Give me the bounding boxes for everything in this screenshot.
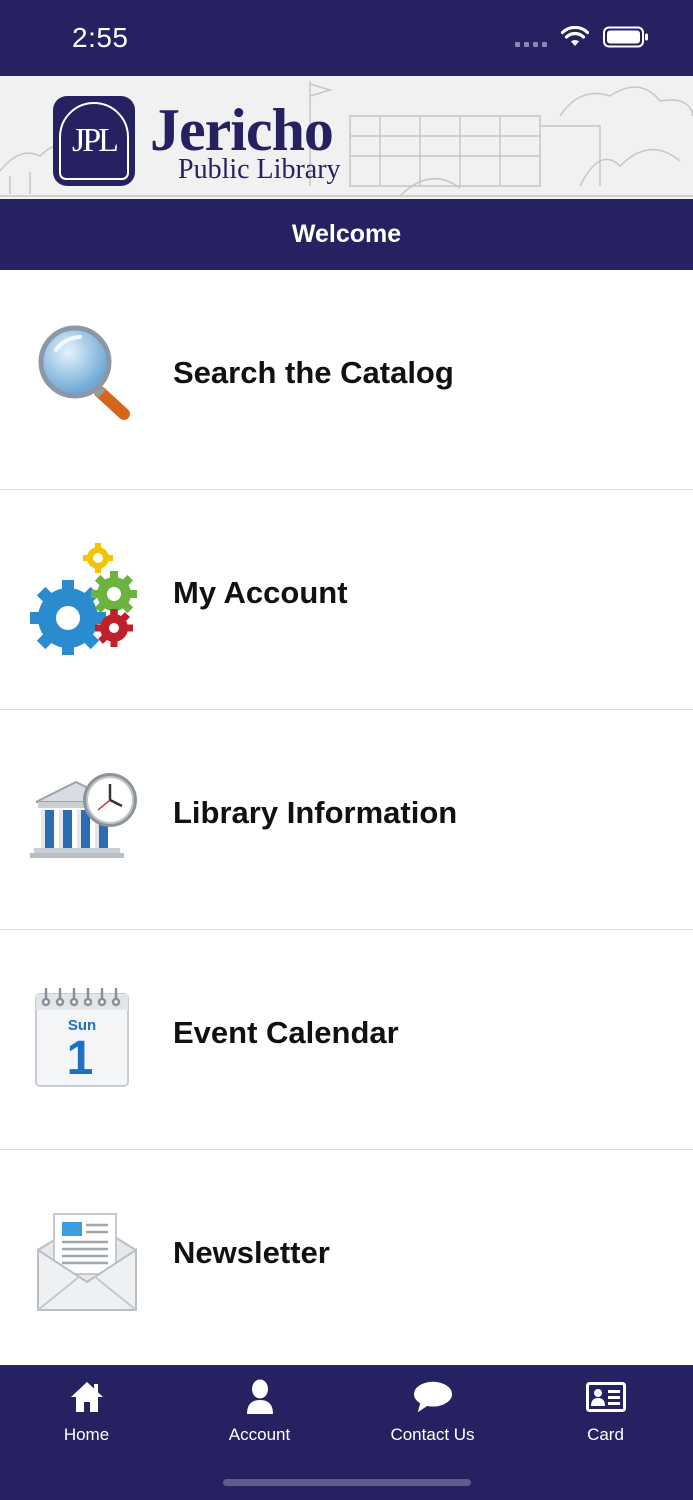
menu-item-label: Newsletter <box>173 1235 330 1270</box>
chat-bubble-icon <box>413 1377 453 1417</box>
status-bar: 2:55 <box>0 0 693 76</box>
welcome-bar: Welcome <box>0 199 693 270</box>
magnifier-icon <box>38 325 130 420</box>
gears-icon <box>30 543 137 655</box>
calendar-icon: Sun 1 <box>35 988 129 1087</box>
envelope-icon <box>37 1213 137 1311</box>
cellular-signal-icon <box>515 27 547 47</box>
library-clock-icon <box>30 773 137 858</box>
menu-item-label: Library Information <box>173 795 458 830</box>
tab-card[interactable]: Card <box>519 1365 692 1455</box>
tab-contact-us[interactable]: Contact Us <box>346 1365 519 1455</box>
battery-icon <box>603 26 648 48</box>
main-menu: Search the Catalog My Account Library In… <box>0 270 693 1370</box>
wifi-icon <box>561 26 589 46</box>
tab-label: Contact Us <box>390 1425 475 1444</box>
menu-item-newsletter[interactable]: Newsletter <box>0 1150 693 1370</box>
menu-item-search-catalog[interactable]: Search the Catalog <box>0 270 693 490</box>
menu-item-event-calendar[interactable]: Sun 1 Event Calendar <box>0 930 693 1150</box>
tab-label: Home <box>63 1425 110 1444</box>
calendar-date: 1 <box>67 1032 94 1085</box>
header-banner: JPL Jericho Public Library <box>0 76 693 199</box>
tab-home[interactable]: Home <box>0 1365 173 1455</box>
person-icon <box>240 1377 280 1417</box>
tab-label: Card <box>587 1425 624 1444</box>
library-subtitle: Public Library <box>178 154 341 185</box>
jpl-logo: JPL <box>53 96 135 186</box>
menu-item-label: My Account <box>173 575 348 610</box>
bottom-tab-bar: Home Account Contact Us Card <box>0 1365 693 1500</box>
page-title: Welcome <box>291 220 402 248</box>
status-icons <box>515 26 649 48</box>
library-name: Jericho <box>150 97 334 163</box>
menu-item-label: Event Calendar <box>173 1015 399 1050</box>
home-icon <box>67 1377 107 1417</box>
id-card-icon <box>585 1377 626 1417</box>
tab-account[interactable]: Account <box>173 1365 346 1455</box>
menu-item-my-account[interactable]: My Account <box>0 490 693 710</box>
menu-item-library-information[interactable]: Library Information <box>0 710 693 930</box>
tab-label: Account <box>228 1425 291 1444</box>
menu-item-label: Search the Catalog <box>173 355 454 390</box>
home-indicator[interactable] <box>223 1479 471 1486</box>
status-time: 2:55 <box>72 22 129 53</box>
